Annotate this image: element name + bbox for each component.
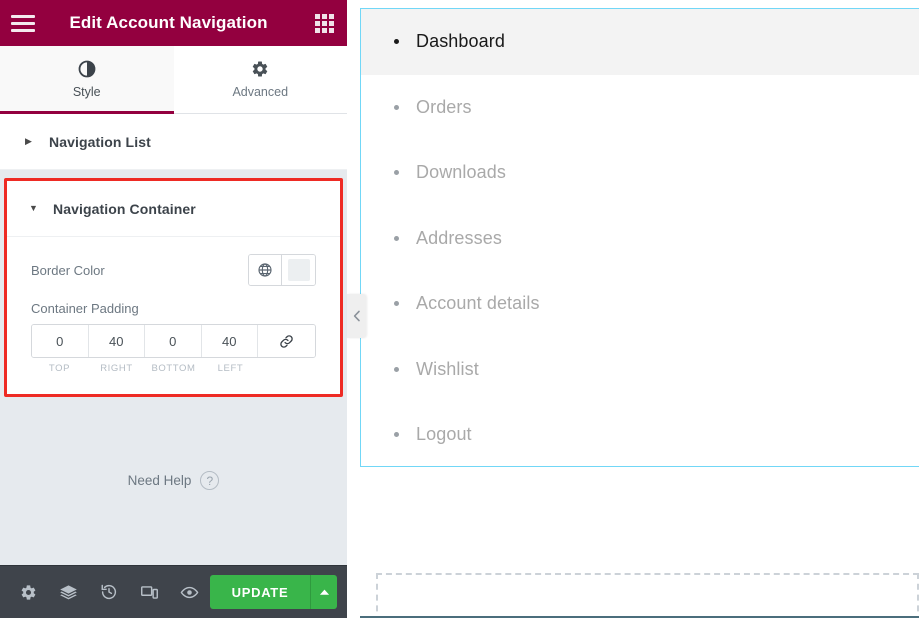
need-help-label: Need Help — [127, 473, 192, 488]
contrast-half-circle-icon — [78, 60, 96, 78]
bullet-icon — [394, 235, 399, 241]
section-navigation-container: ▼ Navigation Container Border Color Cont… — [4, 178, 343, 397]
editor-panel: Edit Account Navigation Style Advanced ▶… — [0, 0, 347, 618]
settings-gear-icon[interactable] — [8, 566, 48, 618]
nav-item-downloads[interactable]: Downloads — [361, 140, 919, 206]
bullet-icon — [394, 39, 399, 45]
panel-header: Edit Account Navigation — [0, 0, 347, 46]
nav-item-addresses[interactable]: Addresses — [361, 206, 919, 272]
nav-item-label: Account details — [416, 293, 540, 314]
bullet-icon — [394, 432, 399, 438]
section-navigation-list-title: Navigation List — [49, 133, 151, 150]
bullet-icon — [394, 366, 399, 372]
bullet-icon — [394, 301, 399, 307]
padding-bottom-caption: BOTTOM — [151, 363, 196, 374]
widgets-grid-icon[interactable] — [301, 0, 347, 46]
padding-top-input[interactable] — [32, 325, 88, 357]
padding-left-input[interactable] — [201, 325, 257, 357]
link-chain-icon[interactable] — [258, 325, 315, 357]
tab-advanced-label: Advanced — [232, 85, 289, 99]
nav-item-dashboard[interactable]: Dashboard — [361, 9, 919, 75]
section-navigation-list: ▶ Navigation List — [0, 114, 347, 170]
padding-left-cell — [201, 325, 258, 357]
padding-left-caption: LEFT — [217, 363, 244, 374]
preview-canvas: Dashboard Orders Downloads Addresses Acc… — [347, 0, 919, 618]
chevron-right-icon: ▶ — [25, 136, 32, 146]
nav-item-label: Downloads — [416, 162, 506, 183]
nav-item-label: Dashboard — [416, 31, 505, 52]
empty-section-dropzone[interactable] — [376, 573, 919, 618]
nav-item-label: Logout — [416, 424, 472, 445]
padding-bottom-cell — [145, 325, 202, 357]
nav-item-orders[interactable]: Orders — [361, 75, 919, 141]
bullet-icon — [394, 170, 399, 176]
globe-icon[interactable] — [249, 255, 282, 285]
nav-item-label: Wishlist — [416, 358, 479, 379]
tab-style-label: Style — [72, 85, 101, 99]
section-navigation-container-title: Navigation Container — [53, 200, 196, 217]
padding-right-caption: RIGHT — [100, 363, 133, 374]
tab-style[interactable]: Style — [0, 46, 174, 114]
panel-body: ▶ Navigation List ▼ Navigation Container… — [0, 114, 347, 565]
section-navigation-container-content: Border Color Container Padding 0 40 0 40… — [7, 237, 340, 394]
update-button-group: UPDATE — [209, 575, 338, 609]
border-color-swatch[interactable] — [282, 255, 315, 285]
bullet-icon — [394, 104, 399, 110]
padding-top-cell — [32, 325, 89, 357]
need-help-link[interactable]: Need Help ? — [0, 471, 347, 490]
chevron-up-icon[interactable] — [310, 575, 338, 609]
container-padding-inputs — [31, 324, 316, 358]
section-navigation-container-header[interactable]: ▼ Navigation Container — [7, 181, 340, 237]
page-title: Edit Account Navigation — [69, 13, 268, 32]
border-color-picker — [248, 254, 316, 286]
account-navigation-widget[interactable]: Dashboard Orders Downloads Addresses Acc… — [360, 8, 919, 467]
padding-top-caption: TOP — [48, 363, 71, 374]
color-swatch-fill — [287, 259, 310, 281]
nav-item-wishlist[interactable]: Wishlist — [361, 337, 919, 403]
grid-glyph — [314, 13, 334, 33]
panel-tabs: Style Advanced — [0, 46, 347, 114]
tab-advanced[interactable]: Advanced — [173, 46, 347, 113]
section-navigation-list-header[interactable]: ▶ Navigation List — [0, 114, 347, 170]
preview-eye-icon[interactable] — [169, 566, 209, 618]
question-circle-icon: ? — [200, 471, 220, 490]
update-button[interactable]: UPDATE — [209, 575, 311, 609]
control-border-color: Border Color — [31, 253, 316, 287]
panel-footer: UPDATE — [0, 565, 347, 618]
padding-right-input[interactable] — [88, 325, 144, 357]
container-padding-label: Container Padding — [31, 301, 139, 316]
nav-item-account-details[interactable]: Account details — [361, 271, 919, 337]
elementor-editor: Edit Account Navigation Style Advanced ▶… — [0, 0, 919, 618]
nav-item-label: Addresses — [416, 227, 502, 248]
history-revisions-icon[interactable] — [89, 566, 129, 618]
padding-right-cell — [88, 325, 145, 357]
responsive-mode-icon[interactable] — [129, 566, 169, 618]
gear-icon — [251, 60, 269, 78]
nav-item-label: Orders — [416, 96, 472, 117]
navigator-layers-icon[interactable] — [48, 566, 88, 618]
chevron-down-icon: ▼ — [29, 203, 38, 213]
padding-captions: TOP RIGHT BOTTOM LEFT — [31, 363, 316, 374]
chevron-left-icon[interactable] — [347, 294, 366, 338]
padding-bottom-input[interactable] — [145, 325, 201, 357]
nav-item-logout[interactable]: Logout — [361, 402, 919, 468]
border-color-label: Border Color — [31, 262, 105, 278]
